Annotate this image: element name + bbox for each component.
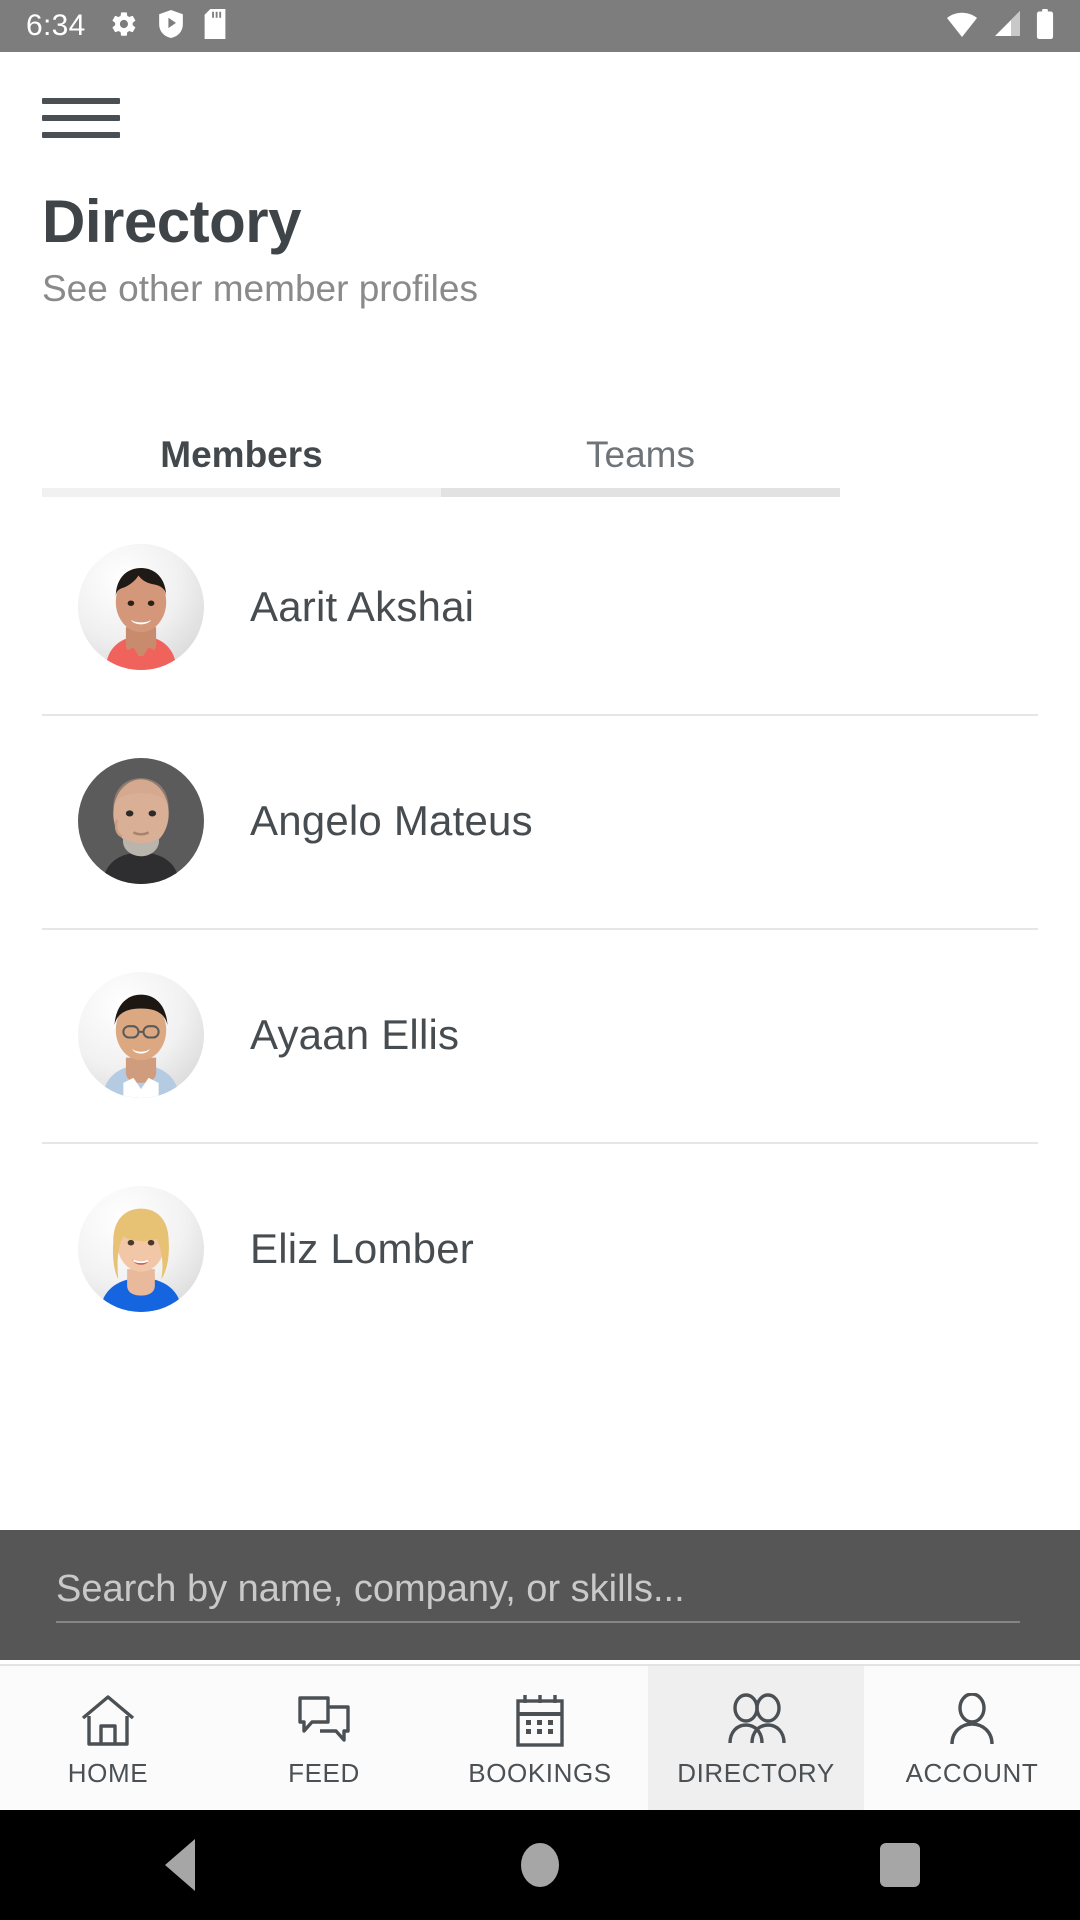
page-subtitle: See other member profiles	[42, 268, 478, 309]
status-bar-clock: 6:34	[26, 9, 86, 42]
people-group-icon	[724, 1690, 788, 1750]
calendar-icon	[508, 1690, 572, 1750]
tab-indicator-members	[42, 488, 441, 497]
bottom-navigation: HOME FEED BOOKINGS DIRECTORY ACCOUNT	[0, 1664, 1080, 1810]
battery-icon	[1036, 8, 1054, 44]
nav-item-home[interactable]: HOME	[0, 1666, 216, 1810]
search-underline	[56, 1620, 1020, 1623]
member-name: Ayaan Ellis	[250, 1011, 460, 1058]
nav-item-account[interactable]: ACCOUNT	[864, 1666, 1080, 1810]
list-item[interactable]: Ayaan Ellis	[0, 928, 1080, 1142]
search-input[interactable]	[56, 1567, 1020, 1623]
nav-label: ACCOUNT	[905, 1758, 1039, 1788]
search-field-wrapper	[56, 1567, 1020, 1623]
hamburger-menu-icon[interactable]	[42, 94, 120, 142]
recents-square-icon[interactable]	[840, 1810, 960, 1920]
app-bar	[0, 52, 1080, 172]
tab-members[interactable]: Members	[42, 420, 441, 490]
shield-play-icon	[158, 9, 184, 43]
avatar	[78, 972, 204, 1098]
list-item[interactable]: Aarit Akshai	[0, 500, 1080, 714]
member-name: Eliz Lomber	[250, 1225, 474, 1272]
chat-bubbles-icon	[292, 1690, 356, 1750]
list-item[interactable]: Eliz Lomber	[0, 1142, 1080, 1356]
page-header: Directory See other member profiles	[42, 190, 1042, 310]
nav-label: HOME	[67, 1758, 149, 1788]
nav-item-feed[interactable]: FEED	[216, 1666, 432, 1810]
status-bar-right-icons	[946, 8, 1054, 44]
cellular-signal-icon	[992, 10, 1022, 43]
avatar	[78, 1186, 204, 1312]
tab-indicator-bar	[42, 488, 840, 497]
gear-icon	[110, 10, 138, 43]
tab-indicator-teams	[441, 488, 840, 497]
member-list[interactable]: Aarit Akshai Angelo Mateus Ayaan Ellis E…	[0, 500, 1080, 1500]
nav-item-bookings[interactable]: BOOKINGS	[432, 1666, 648, 1810]
avatar	[78, 758, 204, 884]
sd-card-icon	[204, 8, 226, 44]
phone-screen: 6:34 Directory See other member profiles…	[0, 0, 1080, 1920]
hamburger-bar	[42, 115, 120, 121]
hamburger-bar	[42, 98, 120, 104]
android-navigation-bar	[0, 1810, 1080, 1920]
nav-label: BOOKINGS	[468, 1758, 612, 1788]
member-name: Angelo Mateus	[250, 797, 533, 844]
back-triangle-icon[interactable]	[120, 1810, 240, 1920]
member-name: Aarit Akshai	[250, 583, 475, 630]
search-overlay	[0, 1530, 1080, 1660]
home-circle-icon[interactable]	[480, 1810, 600, 1920]
status-bar-left-icons	[110, 8, 226, 44]
list-item[interactable]: Angelo Mateus	[0, 714, 1080, 928]
hamburger-bar	[42, 132, 120, 138]
nav-label: DIRECTORY	[677, 1758, 835, 1788]
tab-teams[interactable]: Teams	[441, 420, 840, 490]
avatar	[78, 544, 204, 670]
status-bar: 6:34	[0, 0, 1080, 52]
person-icon	[940, 1690, 1004, 1750]
page-title: Directory	[42, 188, 301, 255]
nav-item-directory[interactable]: DIRECTORY	[648, 1666, 864, 1810]
tab-bar: Members Teams	[42, 420, 840, 490]
nav-label: FEED	[288, 1758, 360, 1788]
home-icon	[76, 1690, 140, 1750]
wifi-icon	[946, 10, 978, 43]
